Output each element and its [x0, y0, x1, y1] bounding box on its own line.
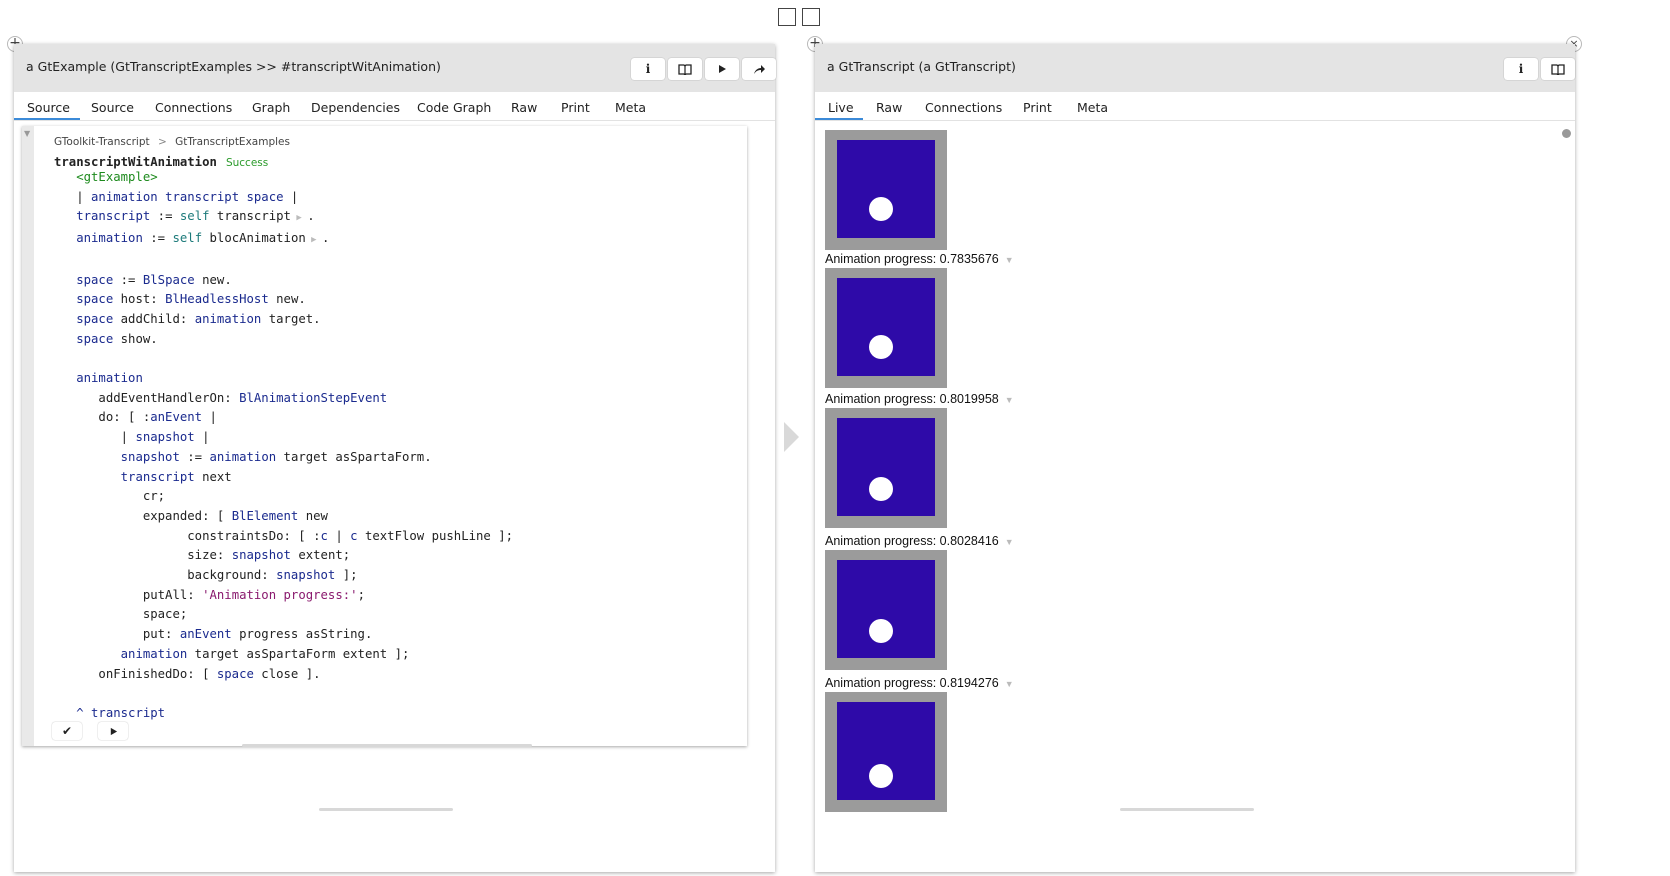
left-tab-bar: Source Source Connections Graph Dependen…: [14, 92, 775, 121]
animation-snapshot: [825, 692, 947, 812]
progress-label: Animation progress:: [825, 252, 937, 266]
progress-line: Animation progress: 0.7835676 ▼: [825, 252, 1014, 266]
play-example-button[interactable]: [98, 722, 128, 740]
progress-value: 0.8019958: [939, 392, 999, 406]
tab-meta[interactable]: Meta: [1077, 100, 1108, 115]
editor-gutter: ▼: [22, 126, 34, 746]
tab-source-2[interactable]: Source: [91, 100, 134, 115]
breadcrumb-separator: >: [157, 136, 167, 148]
page-selector-1[interactable]: [778, 8, 796, 26]
tab-connections[interactable]: Connections: [155, 100, 232, 115]
progress-line: Animation progress: 0.8019958 ▼: [825, 392, 1014, 406]
inspect-button[interactable]: i: [631, 58, 665, 80]
animation-snapshot: [825, 268, 947, 388]
tab-graph[interactable]: Graph: [252, 100, 290, 115]
tab-dependencies[interactable]: Dependencies: [311, 100, 400, 115]
tab-connections[interactable]: Connections: [925, 100, 1002, 115]
status-dot-icon: [1562, 129, 1571, 138]
right-inspector-pane: a GtTranscript (a GtTranscript) i Live R…: [815, 44, 1575, 872]
share-icon: [754, 64, 765, 74]
expand-triangle-icon[interactable]: ▼: [1005, 537, 1014, 547]
tab-code-graph[interactable]: Code Graph: [417, 100, 491, 115]
source-code[interactable]: <gtExample> | animation transcript space…: [54, 168, 513, 724]
tab-print[interactable]: Print: [561, 100, 590, 115]
tab-source-1[interactable]: Source: [27, 100, 70, 115]
progress-label: Animation progress:: [825, 676, 937, 690]
progress-value: 0.8028416: [939, 534, 999, 548]
left-pane-header: a GtExample (GtTranscriptExamples >> #tr…: [14, 44, 776, 92]
tab-print[interactable]: Print: [1023, 100, 1052, 115]
tab-raw[interactable]: Raw: [876, 100, 902, 115]
expand-triangle-icon[interactable]: ▼: [1005, 255, 1014, 265]
run-button[interactable]: [705, 58, 739, 80]
play-icon: [110, 727, 117, 735]
right-pane-title: a GtTranscript (a GtTranscript): [827, 59, 1016, 74]
active-tab-indicator: [815, 118, 863, 120]
collapse-triangle-icon[interactable]: ▼: [24, 129, 30, 138]
animation-snapshot: [825, 408, 947, 528]
inspect-button[interactable]: i: [1504, 58, 1538, 80]
animation-snapshot: [825, 130, 947, 250]
snapshot-ball: [869, 335, 893, 359]
progress-value: 0.7835676: [939, 252, 999, 266]
progress-line: Animation progress: 0.8194276 ▼: [825, 676, 1014, 690]
book-icon: [1551, 63, 1565, 75]
share-button[interactable]: [742, 58, 776, 80]
pane-navigation-arrow-icon[interactable]: [784, 422, 799, 452]
right-pane-header: a GtTranscript (a GtTranscript) i: [815, 44, 1575, 92]
snapshot-ball: [869, 197, 893, 221]
accept-button[interactable]: ✔: [52, 722, 82, 740]
page-selector-2[interactable]: [802, 8, 820, 26]
animation-snapshot: [825, 550, 947, 670]
check-icon: ✔: [61, 724, 73, 738]
editor-horizontal-scrollbar[interactable]: [242, 744, 532, 747]
book-icon: [678, 63, 692, 75]
browse-button[interactable]: [1541, 58, 1575, 80]
left-pane-title: a GtExample (GtTranscriptExamples >> #tr…: [26, 59, 441, 74]
right-pane-scrollbar[interactable]: [1120, 808, 1254, 811]
left-pane-scrollbar[interactable]: [319, 808, 453, 811]
expand-triangle-icon[interactable]: ▼: [1005, 679, 1014, 689]
tab-raw[interactable]: Raw: [511, 100, 537, 115]
left-inspector-pane: a GtExample (GtTranscriptExamples >> #tr…: [14, 44, 776, 872]
snapshot-square: [837, 418, 935, 516]
snapshot-ball: [869, 477, 893, 501]
progress-line: Animation progress: 0.8028416 ▼: [825, 534, 1014, 548]
browse-button[interactable]: [668, 58, 702, 80]
snapshot-square: [837, 560, 935, 658]
tab-live[interactable]: Live: [828, 100, 854, 115]
snapshot-ball: [869, 619, 893, 643]
method-name: transcriptWitAnimation: [54, 155, 217, 169]
progress-label: Animation progress:: [825, 534, 937, 548]
method-source-editor[interactable]: ▼ GToolkit-Transcript > GtTranscriptExam…: [22, 126, 747, 747]
breadcrumb: GToolkit-Transcript > GtTranscriptExampl…: [54, 136, 290, 148]
snapshot-ball: [869, 764, 893, 788]
progress-value: 0.8194276: [939, 676, 999, 690]
transcript-live-view[interactable]: Animation progress: 0.7835676 ▼ Animation…: [815, 122, 1555, 862]
snapshot-square: [837, 278, 935, 376]
expand-triangle-icon[interactable]: ▼: [1005, 395, 1014, 405]
breadcrumb-class[interactable]: GtTranscriptExamples: [175, 136, 290, 148]
snapshot-square: [837, 702, 935, 800]
play-icon: [719, 65, 726, 73]
snapshot-square: [837, 140, 935, 238]
breadcrumb-package[interactable]: GToolkit-Transcript: [54, 136, 150, 148]
active-tab-indicator: [14, 118, 80, 120]
info-icon: i: [1518, 62, 1524, 76]
progress-label: Animation progress:: [825, 392, 937, 406]
info-icon: i: [645, 62, 651, 76]
right-tab-bar: Live Raw Connections Print Meta: [815, 92, 1575, 121]
tab-meta[interactable]: Meta: [615, 100, 646, 115]
